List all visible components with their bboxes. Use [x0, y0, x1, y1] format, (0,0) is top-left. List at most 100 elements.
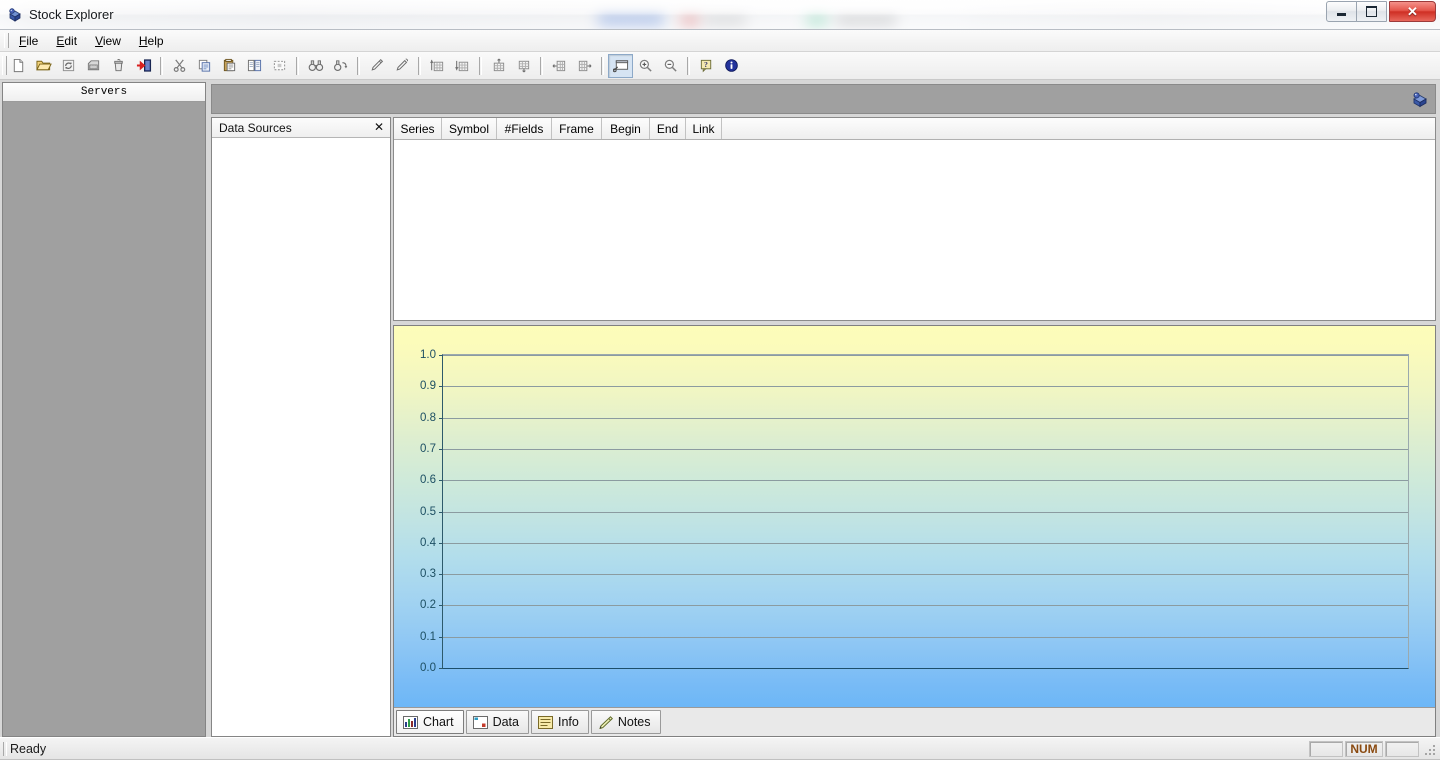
window-controls: ✕	[1327, 1, 1436, 22]
select-all-icon[interactable]	[267, 54, 292, 78]
data-sources-panel: Data Sources ✕	[211, 117, 391, 737]
address-strip[interactable]	[211, 84, 1436, 114]
servers-panel-header[interactable]: Servers	[3, 83, 205, 102]
info-lines-icon	[538, 716, 553, 729]
tab-info[interactable]: Info	[531, 710, 589, 734]
find-binoculars-icon[interactable]	[303, 54, 328, 78]
servers-list[interactable]	[3, 102, 205, 736]
zoom-out-icon[interactable]	[658, 54, 683, 78]
edit-properties-icon[interactable]	[389, 54, 414, 78]
status-bar: Ready NUM	[0, 737, 1440, 760]
y-axis-tick-label: 0.7	[420, 443, 436, 455]
column-header-begin[interactable]: Begin	[602, 118, 650, 139]
menu-bar: File Edit View Help	[0, 30, 1440, 52]
y-axis-tick-label: 0.3	[420, 568, 436, 580]
toolbar-separator-1	[160, 57, 163, 75]
menu-view-rest: iew	[103, 34, 121, 48]
status-message: Ready	[0, 742, 1309, 756]
gridline	[443, 386, 1408, 387]
column-header-symbol[interactable]: Symbol	[442, 118, 497, 139]
tab-data[interactable]: Data	[466, 710, 529, 734]
series-grid: Series Symbol #Fields Frame Begin End Li…	[393, 117, 1436, 321]
series-grid-header: Series Symbol #Fields Frame Begin End Li…	[394, 118, 1435, 140]
append-row-top-icon[interactable]	[486, 54, 511, 78]
insert-column-right-icon[interactable]	[572, 54, 597, 78]
y-axis-tick-mark	[439, 418, 443, 419]
column-header-fields[interactable]: #Fields	[497, 118, 552, 139]
tab-chart[interactable]: Chart	[396, 710, 464, 734]
column-header-frame[interactable]: Frame	[552, 118, 602, 139]
y-axis-tick-mark	[439, 480, 443, 481]
find-next-binoculars-icon[interactable]	[328, 54, 353, 78]
chart-window-icon[interactable]	[608, 54, 633, 78]
exit-door-icon[interactable]	[131, 54, 156, 78]
about-info-icon[interactable]	[719, 54, 744, 78]
y-axis-tick-mark	[439, 574, 443, 575]
toolbar-separator-7	[601, 57, 604, 75]
y-axis-tick-mark	[439, 543, 443, 544]
insert-row-below-icon[interactable]	[450, 54, 475, 78]
menu-edit-rest: dit	[64, 34, 77, 48]
help-question-icon[interactable]: ?	[694, 54, 719, 78]
tab-notes[interactable]: Notes	[591, 710, 661, 734]
column-header-link[interactable]: Link	[686, 118, 722, 139]
gridline	[443, 480, 1408, 481]
open-folder-icon[interactable]	[31, 54, 56, 78]
insert-column-left-icon[interactable]	[547, 54, 572, 78]
cut-scissors-icon[interactable]	[167, 54, 192, 78]
column-header-series[interactable]: Series	[394, 118, 442, 139]
menu-item-edit[interactable]: Edit	[47, 32, 86, 50]
toolbar-separator-5	[479, 57, 482, 75]
menu-item-file[interactable]: File	[10, 32, 47, 50]
close-icon: ✕	[1407, 5, 1418, 18]
new-document-icon[interactable]	[6, 54, 31, 78]
delete-icon[interactable]	[106, 54, 131, 78]
gridline	[443, 574, 1408, 575]
save-chart-icon[interactable]	[81, 54, 106, 78]
status-pane-1	[1309, 741, 1343, 757]
resize-grip[interactable]	[1421, 741, 1437, 757]
chart-plot-area[interactable]: 1.0 0.9 0.8 0.7 0.6 0.5 0.4 0.3 0.2 0.1	[442, 354, 1409, 669]
maximize-button[interactable]	[1356, 1, 1387, 22]
close-icon[interactable]: ✕	[372, 121, 386, 135]
main-body: Servers	[0, 80, 1440, 737]
status-pane-3	[1385, 741, 1419, 757]
column-header-end[interactable]: End	[650, 118, 686, 139]
status-pane-num: NUM	[1345, 741, 1383, 757]
minimize-icon	[1337, 13, 1346, 16]
menu-item-view[interactable]: View	[86, 32, 130, 50]
edit-pencil-icon[interactable]	[364, 54, 389, 78]
y-axis-tick-mark	[439, 355, 443, 356]
gridline	[443, 449, 1408, 450]
menu-item-help[interactable]: Help	[130, 32, 173, 50]
toolbar-separator-6	[540, 57, 543, 75]
series-grid-body[interactable]	[394, 140, 1435, 320]
chart-panel: 1.0 0.9 0.8 0.7 0.6 0.5 0.4 0.3 0.2 0.1	[393, 325, 1436, 737]
gridline	[443, 543, 1408, 544]
gridline	[443, 355, 1408, 356]
paste-icon[interactable]	[217, 54, 242, 78]
center-column: Series Symbol #Fields Frame Begin End Li…	[393, 117, 1436, 737]
duplicate-icon[interactable]	[242, 54, 267, 78]
svg-text:?: ?	[704, 60, 708, 69]
insert-row-above-icon[interactable]	[425, 54, 450, 78]
tab-info-label: Info	[558, 715, 579, 729]
minimize-button[interactable]	[1326, 1, 1357, 22]
tab-chart-label: Chart	[423, 715, 454, 729]
close-button[interactable]: ✕	[1389, 1, 1436, 22]
append-row-bottom-icon[interactable]	[511, 54, 536, 78]
data-sources-header[interactable]: Data Sources ✕	[212, 118, 390, 138]
refresh-icon[interactable]	[56, 54, 81, 78]
column-header-filler	[722, 118, 1435, 139]
title-bar[interactable]: Stock Explorer ✕	[0, 0, 1440, 30]
main-toolbar: ?	[0, 52, 1440, 80]
servers-panel: Servers	[2, 82, 206, 737]
panes-row: Data Sources ✕ Series Symbol #Fields Fra…	[209, 117, 1438, 737]
copy-icon[interactable]	[192, 54, 217, 78]
gridline	[443, 418, 1408, 419]
chart-canvas[interactable]: 1.0 0.9 0.8 0.7 0.6 0.5 0.4 0.3 0.2 0.1	[394, 326, 1435, 707]
gridline	[443, 605, 1408, 606]
y-axis-tick-label: 0.5	[420, 506, 436, 518]
zoom-in-icon[interactable]	[633, 54, 658, 78]
data-sources-tree[interactable]	[212, 138, 390, 736]
